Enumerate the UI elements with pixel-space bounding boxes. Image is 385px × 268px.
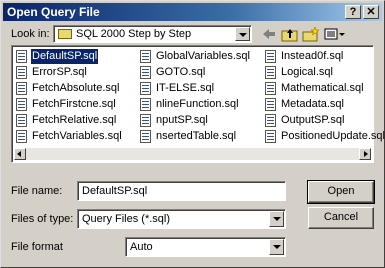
sql-file-icon [16,66,27,79]
file-item-name: DefaultSP.sql [29,48,100,65]
file-item-name: ErrorSP.sql [32,66,87,78]
file-format-dropdown[interactable]: Auto [125,237,286,257]
sql-file-icon [265,130,276,143]
file-item-name: Metadata.sql [281,98,344,110]
sql-file-icon [140,114,151,127]
sql-file-icon [16,50,27,63]
file-item-name: nputSP.sql [156,114,208,126]
file-item-name: OutputSP.sql [281,114,345,126]
window-title: Open Query File [7,5,100,19]
file-name-input[interactable]: DefaultSP.sql [77,181,286,201]
open-query-file-dialog: Open Query File ? ✕ Look in: SQL 2000 St… [0,0,385,268]
sql-file-icon [140,98,151,111]
file-item-name: Mathematical.sql [281,82,364,94]
file-item-name: nlineFunction.sql [156,98,239,110]
file-item-name: FetchRelative.sql [32,114,117,126]
file-format-label: File format [11,241,63,253]
sql-file-icon [16,82,27,95]
up-one-level-icon[interactable] [280,25,300,43]
help-button[interactable]: ? [345,5,361,19]
file-item-name: FetchVariables.sql [32,130,122,142]
file-item-name: GOTO.sql [156,66,206,78]
file-format-dropdown-arrow[interactable] [269,239,284,255]
file-name-value: DefaultSP.sql [82,185,148,197]
file-item-name: IT-ELSE.sql [156,82,215,94]
file-item-name: FetchFirstcne.sql [32,98,116,110]
back-arrow-icon[interactable] [259,25,279,43]
file-format-value: Auto [130,241,153,253]
sql-file-icon [140,130,151,143]
sql-file-icon [265,114,276,127]
cancel-button[interactable]: Cancel [308,207,374,229]
file-type-dropdown-arrow[interactable] [269,211,284,227]
sql-file-icon [140,82,151,95]
look-in-value: SQL 2000 Step by Step [76,28,192,40]
title-bar: Open Query File ? ✕ [3,3,382,21]
sql-file-icon [265,98,276,111]
file-name-label: File name: [11,185,63,197]
file-item-name: PositionedUpdate.sql [281,130,385,142]
look-in-dropdown-arrow[interactable] [235,27,250,41]
sql-file-icon [265,50,276,63]
file-item-name: FetchAbsolute.sql [32,82,120,94]
folder-icon [58,29,72,39]
look-in-label: Look in: [11,28,50,40]
horizontal-scrollbar[interactable] [14,148,371,160]
sql-file-icon [265,82,276,95]
file-item-name: nsertedTable.sql [156,130,237,142]
sql-file-icon [140,66,151,79]
file-item-name: Logical.sql [281,66,333,78]
file-item-name: Instead0f.sql [281,50,344,62]
create-new-folder-icon[interactable] [301,25,321,43]
scroll-right-button[interactable] [359,148,371,160]
file-type-dropdown[interactable]: Query Files (*.sql) [77,209,286,229]
sql-file-icon [16,114,27,127]
close-button[interactable]: ✕ [363,5,379,19]
scroll-left-button[interactable] [14,148,26,160]
open-button[interactable]: Open [307,180,375,204]
sql-file-icon [16,130,27,143]
file-type-label: Files of type: [11,213,74,225]
sql-file-icon [140,50,151,63]
file-type-value: Query Files (*.sql) [82,213,171,225]
look-in-dropdown[interactable]: SQL 2000 Step by Step [53,25,252,43]
file-item-name: GlobalVariables.sql [156,50,250,62]
sql-file-icon [16,98,27,111]
sql-file-icon [265,66,276,79]
view-menu-icon[interactable] [323,25,347,43]
file-list[interactable]: DefaultSP.sql ErrorSP.sql FetchAbsolute.sq… [11,45,385,163]
